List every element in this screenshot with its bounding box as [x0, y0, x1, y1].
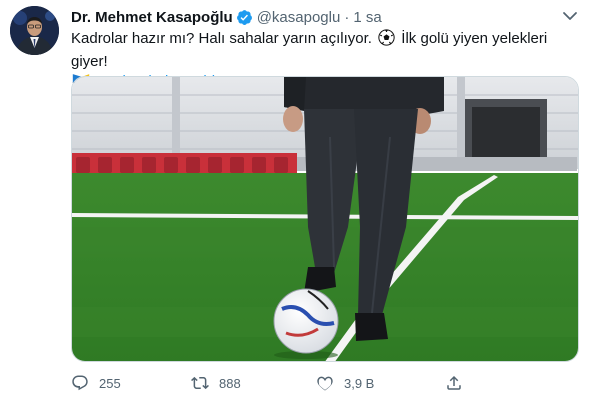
heart-icon [317, 376, 333, 391]
tweet-text-part1: Kadrolar hazır mı? Halı sahalar yarın aç… [71, 30, 377, 47]
photo-image [72, 77, 578, 361]
retweet-count: 888 [219, 375, 241, 391]
avatar[interactable] [10, 6, 59, 55]
tweet[interactable]: Dr. Mehmet Kasapoğlu @kasapoglu · 1 sa K… [0, 0, 591, 400]
retweet-icon [191, 376, 209, 390]
author-name[interactable]: Dr. Mehmet Kasapoğlu [71, 9, 233, 26]
reply-count: 255 [99, 375, 121, 391]
tweet-photo[interactable] [71, 76, 579, 362]
verified-badge-icon [236, 9, 253, 26]
soccer-ball-icon [378, 29, 395, 52]
avatar-image [10, 6, 59, 55]
like-button[interactable]: 3,9 B [316, 372, 374, 394]
share-button[interactable] [445, 372, 473, 394]
share-icon [447, 375, 461, 390]
reply-button[interactable]: 255 [71, 372, 121, 394]
chevron-down-icon[interactable] [561, 8, 579, 24]
tweet-timestamp[interactable]: 1 sa [353, 9, 381, 26]
tweet-actions: 255 888 3,9 B [71, 372, 491, 394]
reply-icon [72, 375, 88, 391]
tweet-header: Dr. Mehmet Kasapoğlu @kasapoglu · 1 sa [71, 7, 382, 27]
like-count: 3,9 B [344, 375, 375, 391]
retweet-button[interactable]: 888 [191, 372, 241, 394]
separator-dot: · [344, 8, 350, 26]
author-handle[interactable]: @kasapoglu [257, 9, 341, 26]
